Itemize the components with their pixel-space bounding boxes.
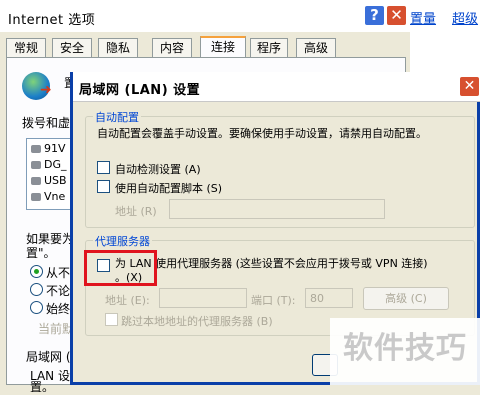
auto-script-checkbox[interactable] (97, 180, 110, 193)
list-item[interactable]: DG_ (31, 158, 67, 171)
script-address-label: 地址 (R) (115, 205, 157, 218)
advanced-button[interactable]: 高级 (C) (363, 287, 449, 310)
radio-when-label: 不论 (46, 284, 71, 298)
tab-security[interactable]: 安全 (52, 38, 92, 58)
list-item[interactable]: Vne (31, 190, 65, 203)
radio-when-no-network[interactable] (30, 283, 43, 296)
lan-dialog-titlebar: 局域网 (LAN) 设置 ✕ (73, 72, 480, 102)
network-icon (31, 161, 41, 169)
arrow-icon: ➜ (40, 82, 52, 98)
tab-connections[interactable]: 连接 (200, 36, 246, 58)
proxy-address-label: 地址 (E): (105, 294, 150, 307)
radio-always[interactable] (30, 301, 43, 314)
help-button[interactable]: ? (364, 5, 385, 26)
auto-detect-checkbox[interactable] (97, 161, 110, 174)
auto-script-label: 使用自动配置脚本 (S) (115, 182, 223, 195)
radio-never[interactable] (30, 265, 43, 278)
close-button[interactable]: ✕ (386, 5, 407, 26)
lan-settings-sub-label-2: 置。 (30, 380, 55, 394)
connection-list[interactable]: 91V DG_ USB Vne (26, 138, 74, 210)
current-default-label: 当前默 (38, 322, 75, 336)
lan-settings-section-label: 局域网 (I (26, 350, 75, 364)
network-icon (31, 145, 41, 153)
auto-detect-label: 自动检测设置 (A) (115, 163, 201, 176)
lan-close-button[interactable]: ✕ (459, 76, 480, 97)
if-need-label-2: 置"。 (26, 246, 56, 260)
tab-advanced[interactable]: 高级 (296, 38, 336, 58)
proxy-port-label: 端口 (T): (251, 294, 296, 307)
lan-dialog-title: 局域网 (LAN) 设置 (79, 83, 201, 98)
bypass-local-checkbox[interactable] (105, 313, 118, 326)
tab-content[interactable]: 内容 (152, 38, 192, 58)
dialup-section-label: 拨号和虚 (22, 116, 71, 130)
background-link-1[interactable]: 置量 (410, 8, 436, 27)
network-icon (31, 193, 41, 201)
radio-never-label: 从不 (46, 266, 71, 280)
tab-privacy[interactable]: 隐私 (98, 38, 138, 58)
auto-config-legend: 自动配置 (93, 109, 141, 125)
list-item[interactable]: USB (31, 174, 67, 187)
internet-options-title: Internet 选项 (0, 0, 410, 32)
proxy-port-input[interactable]: 80 (305, 288, 353, 308)
list-item[interactable]: 91V (31, 142, 66, 155)
network-icon (31, 177, 41, 185)
use-proxy-label: 为 LAN 使用代理服务器 (这些设置不会应用于拨号或 VPN 连接) (115, 257, 428, 270)
highlight-box (84, 250, 157, 286)
tab-programs[interactable]: 程序 (250, 38, 288, 58)
watermark: 软件技巧 (330, 318, 480, 385)
proxy-legend: 代理服务器 (93, 233, 152, 249)
script-address-input[interactable] (169, 199, 385, 219)
auto-config-description: 自动配置会覆盖手动设置。要确保使用手动设置，请禁用自动配置。 (97, 127, 427, 140)
proxy-address-input[interactable] (159, 288, 247, 308)
radio-always-label: 始终 (46, 302, 71, 316)
background-link-2[interactable]: 超级 (452, 8, 478, 27)
bypass-local-label: 跳过本地地址的代理服务器 (B) (121, 315, 273, 328)
tab-general[interactable]: 常规 (6, 38, 46, 58)
